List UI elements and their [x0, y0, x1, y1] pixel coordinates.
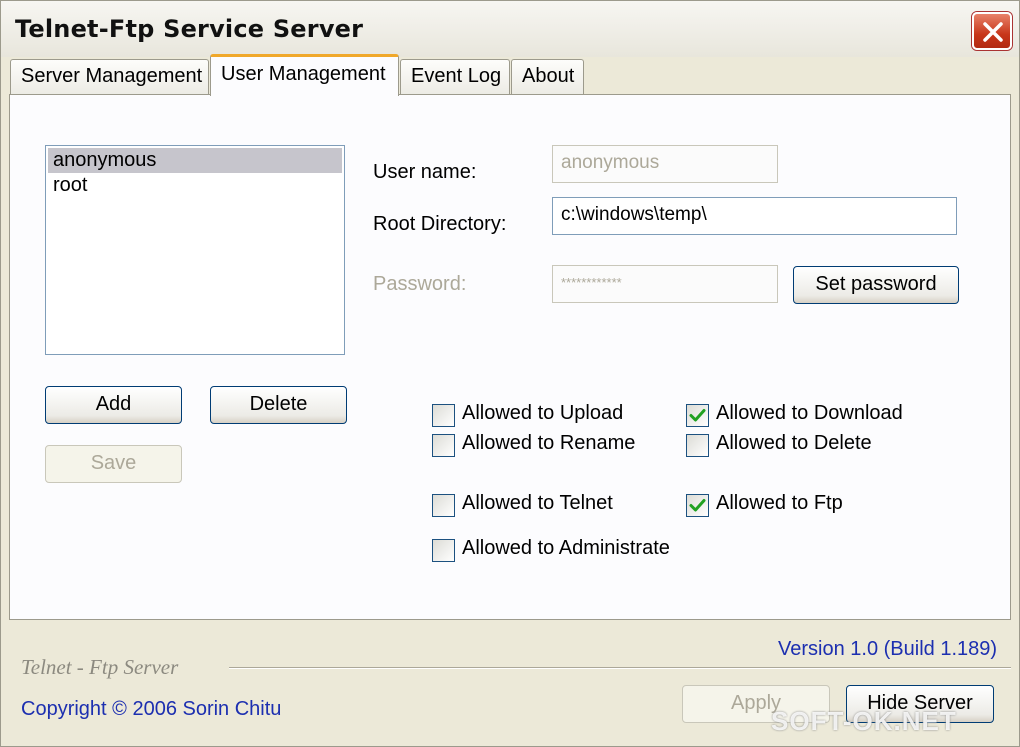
window-title: Telnet-Ftp Service Server [15, 15, 364, 43]
checkbox-unchecked-icon[interactable] [432, 434, 455, 457]
checkbox-label: Allowed to Delete [716, 432, 872, 454]
checkbox-unchecked-icon[interactable] [686, 434, 709, 457]
checkbox-label: Allowed to Download [716, 402, 903, 424]
main-window: Telnet-Ftp Service Server Server Managem… [0, 0, 1020, 747]
list-item[interactable]: root [48, 173, 342, 198]
tab-event-log[interactable]: Event Log [400, 59, 510, 95]
user-list[interactable]: anonymous root [45, 145, 345, 355]
checkbox-label: Allowed to Administrate [462, 537, 670, 559]
password-label: Password: [373, 273, 467, 295]
checkbox-label: Allowed to Telnet [462, 492, 613, 514]
root-directory-label: Root Directory: [373, 213, 507, 235]
copyright-link[interactable]: Copyright © 2006 Sorin Chitu [21, 698, 281, 721]
checkbox-unchecked-icon[interactable] [432, 539, 455, 562]
save-button[interactable]: Save [45, 445, 182, 483]
checkbox-unchecked-icon[interactable] [432, 494, 455, 517]
username-label: User name: [373, 161, 477, 183]
tab-server-management[interactable]: Server Management [10, 59, 209, 95]
close-button[interactable] [972, 12, 1012, 50]
title-bar[interactable]: Telnet-Ftp Service Server [1, 1, 1019, 57]
list-item[interactable]: anonymous [48, 148, 342, 173]
checkbox-label: Allowed to Upload [462, 402, 624, 424]
tab-about[interactable]: About [511, 59, 584, 95]
root-directory-field[interactable]: c:\windows\temp\ [552, 197, 957, 235]
password-field[interactable]: ************ [552, 265, 778, 303]
add-button[interactable]: Add [45, 386, 182, 424]
set-password-button[interactable]: Set password [793, 266, 959, 304]
checkbox-checked-icon[interactable] [686, 494, 709, 517]
delete-button[interactable]: Delete [210, 386, 347, 424]
watermark: SOFT-OK.NET [771, 706, 957, 736]
checkbox-label: Allowed to Rename [462, 432, 636, 454]
footer-divider [229, 667, 1011, 669]
checkbox-unchecked-icon[interactable] [432, 404, 455, 427]
tab-user-management[interactable]: User Management [210, 54, 399, 96]
brand-label: Telnet - Ftp Server [21, 655, 179, 679]
checkbox-label: Allowed to Ftp [716, 492, 843, 514]
checkbox-checked-icon[interactable] [686, 404, 709, 427]
username-field[interactable]: anonymous [552, 145, 778, 183]
version-label: Version 1.0 (Build 1.189) [778, 638, 998, 660]
close-icon [983, 22, 1003, 42]
